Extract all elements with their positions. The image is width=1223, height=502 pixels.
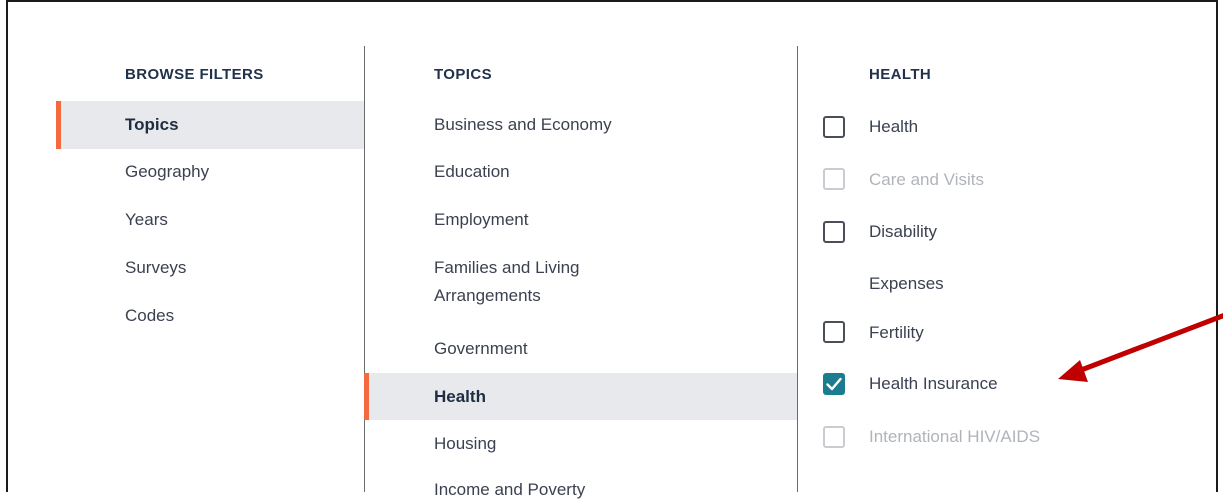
filter-item-surveys[interactable]: Surveys [125, 256, 186, 280]
topics-heading: TOPICS [434, 66, 492, 83]
disability-checkbox[interactable] [823, 221, 845, 243]
expenses-label[interactable]: Expenses [869, 272, 944, 296]
topic-item-government[interactable]: Government [434, 337, 528, 361]
care-and-visits-label: Care and Visits [869, 170, 984, 189]
active-indicator [56, 101, 61, 149]
topic-item-families-and-living-arrangements[interactable]: Families and Living Arrangements [434, 256, 580, 308]
filter-item-years[interactable]: Years [125, 208, 168, 232]
health-insurance-label: Health Insurance [869, 374, 998, 393]
fertility-label: Fertility [869, 323, 924, 342]
international-hiv-aids-label: International HIV/AIDS [869, 427, 1041, 446]
filter-item-codes[interactable]: Codes [125, 304, 174, 328]
topic-item-income-and-poverty[interactable]: Income and Poverty [434, 478, 585, 502]
fertility-checkbox[interactable] [823, 321, 845, 343]
topic-item-education[interactable]: Education [434, 160, 510, 184]
health-option-label: Health [869, 117, 919, 136]
topic-item-employment[interactable]: Employment [434, 208, 528, 232]
filter-item-geography[interactable]: Geography [125, 160, 209, 184]
active-topic-highlight [364, 373, 797, 420]
topic-label-line-2: Arrangements [434, 286, 541, 305]
active-filter-highlight [56, 101, 364, 149]
care-and-visits-checkbox [823, 168, 845, 190]
filter-item-topics[interactable]: Topics [125, 113, 179, 137]
column-divider-2 [797, 46, 798, 492]
topic-item-business-and-economy[interactable]: Business and Economy [434, 113, 612, 137]
disability-label: Disability [869, 222, 938, 241]
topic-label-line-1: Families and Living [434, 258, 580, 277]
topic-item-housing[interactable]: Housing [434, 432, 496, 456]
international-hiv-aids-checkbox [823, 426, 845, 448]
health-insurance-checkbox[interactable] [823, 373, 845, 395]
health-heading: HEALTH [869, 66, 932, 83]
topic-item-health[interactable]: Health [434, 385, 486, 409]
column-divider-1 [364, 46, 365, 492]
annotation-arrow-icon [1058, 313, 1223, 382]
active-topic-indicator [364, 373, 369, 420]
health-checkbox[interactable] [823, 116, 845, 138]
checkmark-icon [826, 377, 842, 391]
browse-filters-heading: BROWSE FILTERS [125, 66, 264, 83]
